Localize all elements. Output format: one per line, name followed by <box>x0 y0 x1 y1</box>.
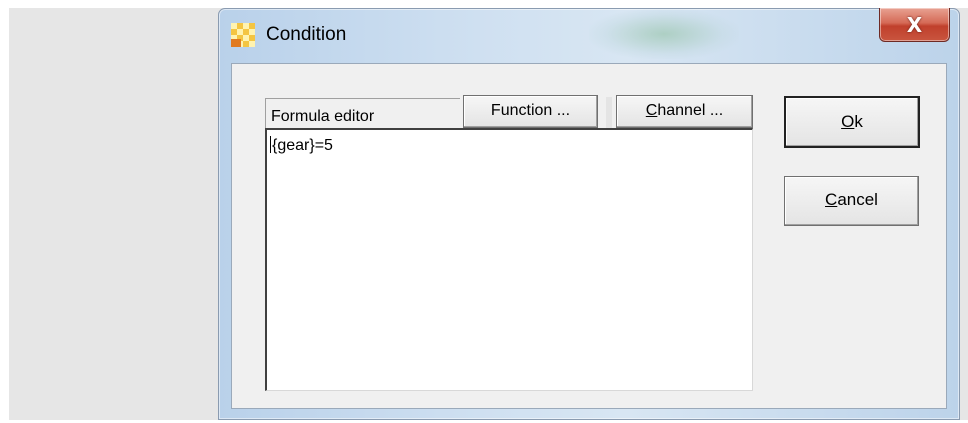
window-title: Condition <box>266 24 347 45</box>
ok-label: k <box>854 112 863 131</box>
channel-label: hannel ... <box>657 102 724 119</box>
screen: Condition X Formula editor Function ... … <box>0 0 968 423</box>
condition-app-icon <box>231 23 255 47</box>
channel-button[interactable]: Channel ... <box>616 95 753 128</box>
function-button[interactable]: Function ... <box>463 95 598 128</box>
dialog-client-area: Formula editor Function ... Channel ... … <box>231 63 947 409</box>
cancel-label: ancel <box>837 190 878 209</box>
cancel-button[interactable]: Cancel <box>784 176 919 226</box>
text-caret <box>270 136 271 153</box>
formula-input[interactable]: {gear}=5 <box>265 128 753 391</box>
title-bar[interactable]: Condition X <box>219 8 959 63</box>
cancel-mnemonic: C <box>825 190 838 209</box>
ok-button[interactable]: Ok <box>784 96 920 148</box>
formula-editor-label: Formula editor <box>265 98 460 128</box>
formula-text: {gear}=5 <box>272 137 333 154</box>
ok-mnemonic: O <box>841 112 855 131</box>
header-separator <box>606 97 612 128</box>
close-icon: X <box>906 12 923 37</box>
titlebar-glass-reflection <box>589 9 739 59</box>
channel-mnemonic: C <box>645 102 658 119</box>
condition-dialog: Condition X Formula editor Function ... … <box>218 8 960 420</box>
close-button[interactable]: X <box>879 8 950 42</box>
